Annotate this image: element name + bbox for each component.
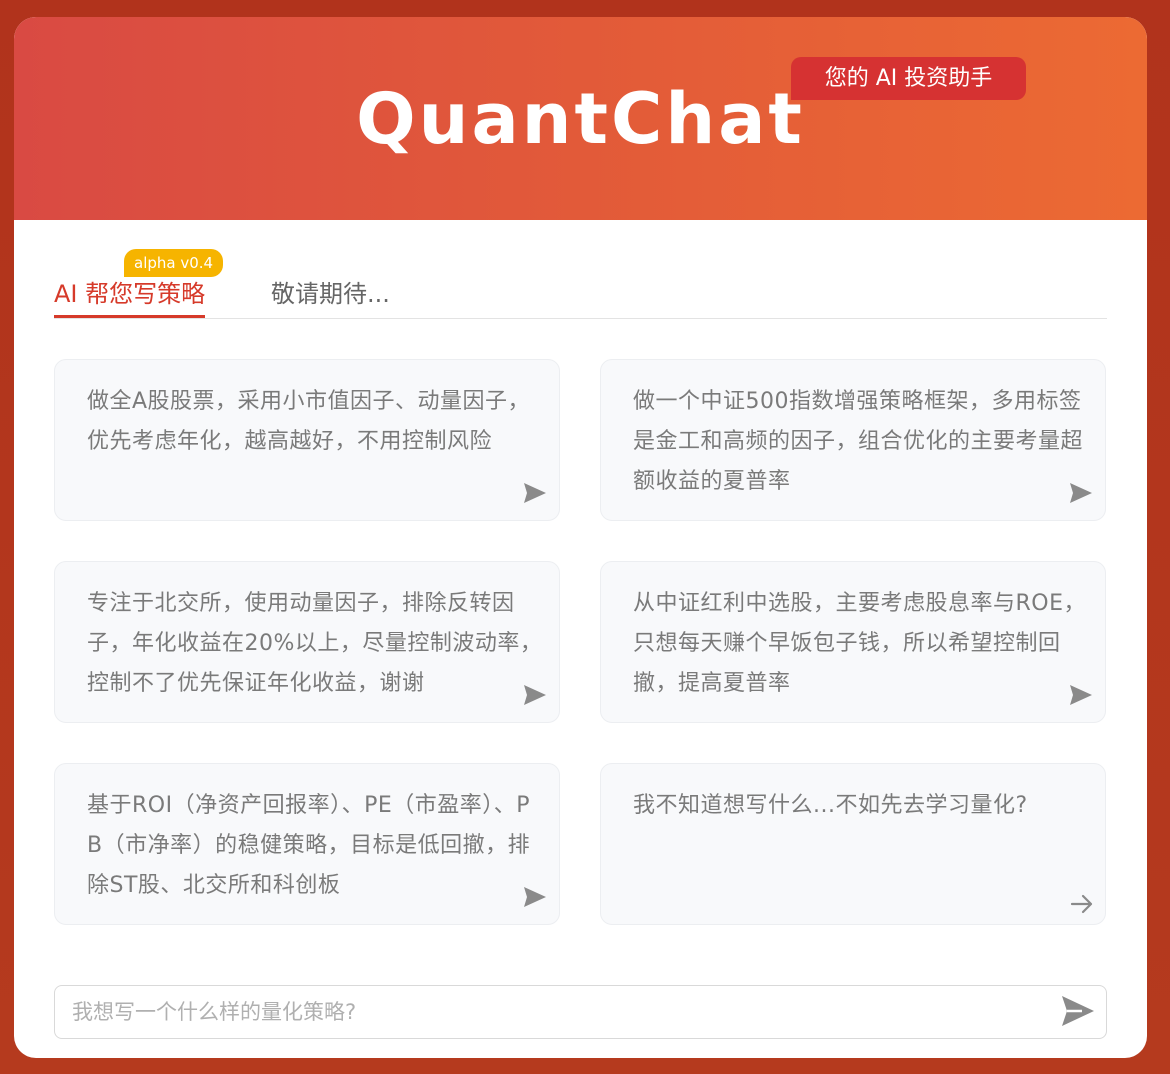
prompt-card[interactable]: 专注于北交所，使用动量因子，排除反转因子，年化收益在20%以上，尽量控制波动率，… bbox=[54, 561, 560, 723]
strategy-input-box[interactable] bbox=[54, 985, 1107, 1039]
header-banner: QuantChat 您的 AI 投资助手 bbox=[14, 17, 1147, 220]
version-badge: alpha v0.4 bbox=[124, 249, 224, 277]
send-icon[interactable] bbox=[523, 482, 547, 504]
main-card: QuantChat 您的 AI 投资助手 alpha v0.4 AI 帮您写策略… bbox=[14, 17, 1147, 1058]
prompt-card[interactable]: 基于ROI（净资产回报率）、PE（市盈率）、PB（市净率）的稳健策略，目标是低回… bbox=[54, 763, 560, 925]
prompt-card[interactable]: 做一个中证500指数增强策略框架，多用标签是金工和高频的因子，组合优化的主要考量… bbox=[600, 359, 1106, 521]
send-icon[interactable] bbox=[523, 684, 547, 706]
tab-bar: alpha v0.4 AI 帮您写策略 敬请期待... bbox=[54, 249, 1107, 319]
prompt-card[interactable]: 做全A股股票，采用小市值因子、动量因子，优先考虑年化，越高越好，不用控制风险 bbox=[54, 359, 560, 521]
send-icon[interactable] bbox=[523, 886, 547, 908]
prompt-text: 我不知道想写什么...不如先去学习量化? bbox=[633, 793, 1028, 818]
prompt-text: 做一个中证500指数增强策略框架，多用标签是金工和高频的因子，组合优化的主要考量… bbox=[633, 389, 1084, 494]
strategy-input[interactable] bbox=[72, 986, 1032, 1038]
prompt-text: 做全A股股票，采用小市值因子、动量因子，优先考虑年化，越高越好，不用控制风险 bbox=[87, 389, 531, 454]
tagline-badge: 您的 AI 投资助手 bbox=[791, 57, 1026, 100]
learn-quant-card[interactable]: 我不知道想写什么...不如先去学习量化? bbox=[600, 763, 1106, 925]
send-icon[interactable] bbox=[1069, 684, 1093, 706]
tab-ai-write-strategy[interactable]: AI 帮您写策略 bbox=[54, 277, 206, 318]
send-icon[interactable] bbox=[1060, 994, 1096, 1028]
prompt-text: 从中证红利中选股，主要考虑股息率与ROE，只想每天赚个早饭包子钱，所以希望控制回… bbox=[633, 591, 1087, 696]
arrow-right-icon[interactable] bbox=[1069, 892, 1095, 916]
prompt-card[interactable]: 从中证红利中选股，主要考虑股息率与ROE，只想每天赚个早饭包子钱，所以希望控制回… bbox=[600, 561, 1106, 723]
send-icon[interactable] bbox=[1069, 482, 1093, 504]
prompt-text: 基于ROI（净资产回报率）、PE（市盈率）、PB（市净率）的稳健策略，目标是低回… bbox=[87, 793, 531, 898]
tab-coming-soon[interactable]: 敬请期待... bbox=[271, 277, 390, 311]
prompt-text: 专注于北交所，使用动量因子，排除反转因子，年化收益在20%以上，尽量控制波动率，… bbox=[87, 591, 543, 696]
